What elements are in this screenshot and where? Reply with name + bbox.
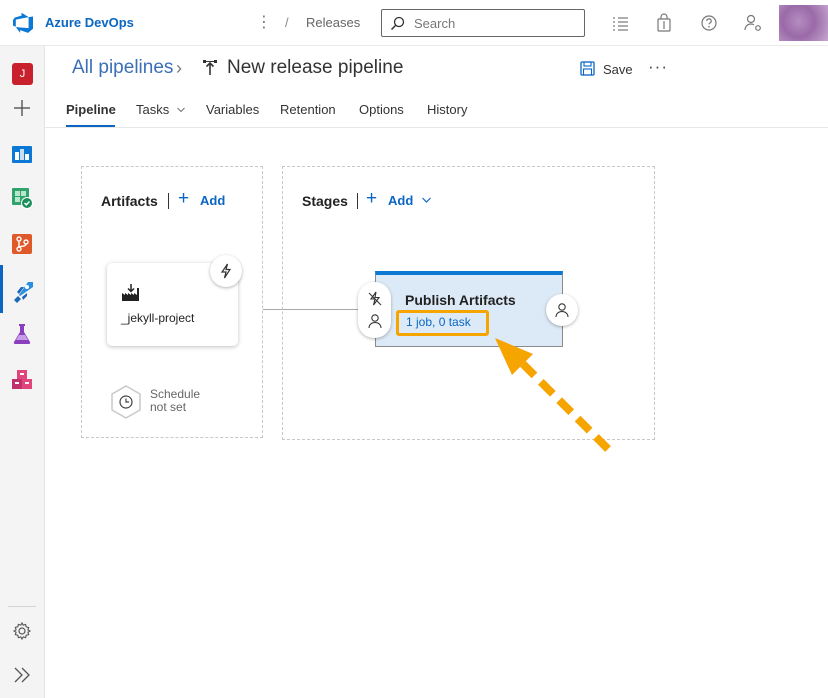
- tab-retention[interactable]: Retention: [280, 102, 336, 128]
- schedule-line-2: not set: [150, 400, 187, 414]
- rail-item-artifacts[interactable]: [0, 362, 45, 398]
- lightning-disabled-icon: [368, 291, 382, 306]
- add-plus-icon: +: [366, 188, 378, 209]
- rail-item-boards[interactable]: [0, 136, 45, 172]
- rail-item-test[interactable]: [0, 316, 45, 352]
- search-box[interactable]: [381, 9, 585, 37]
- add-icon: [14, 100, 30, 116]
- settings-gear-icon: [12, 621, 32, 641]
- stages-title-separator: [357, 193, 358, 209]
- tab-tasks[interactable]: Tasks: [136, 102, 186, 128]
- release-pipeline-icon: [203, 60, 217, 75]
- schedule-clock-icon[interactable]: [109, 384, 143, 420]
- project-switcher[interactable]: J: [0, 52, 45, 88]
- pipelines-icon: [14, 282, 33, 303]
- user-settings-icon[interactable]: [742, 12, 764, 34]
- add-stage-label: Add: [388, 193, 414, 208]
- artifacts-title-separator: [168, 193, 169, 209]
- tab-tasks-label: Tasks: [136, 102, 170, 117]
- tab-options[interactable]: Options: [359, 102, 404, 128]
- continuous-deployment-trigger-button[interactable]: [210, 255, 242, 287]
- artifacts-icon: [12, 370, 32, 389]
- page-title[interactable]: New release pipeline: [227, 57, 403, 79]
- test-plans-check-icon: [12, 188, 33, 209]
- tasks-highlight-box: [396, 310, 489, 336]
- stage-name[interactable]: Publish Artifacts: [405, 292, 516, 308]
- lightning-icon: [220, 263, 232, 279]
- project-avatar: J: [12, 63, 33, 85]
- add-plus-icon: +: [178, 188, 190, 209]
- stages-title: Stages: [302, 193, 348, 209]
- rail-item-repos[interactable]: [0, 226, 45, 262]
- breadcrumb-chevron: ›: [176, 58, 182, 78]
- tabs-divider: [45, 127, 828, 128]
- more-actions-button[interactable]: ···: [648, 57, 668, 77]
- rail-divider: [8, 606, 36, 607]
- more-vertical-icon[interactable]: ⋮: [256, 12, 272, 34]
- repos-icon: [12, 234, 32, 254]
- rail-add-button[interactable]: [0, 90, 45, 126]
- rail-item-test-plans[interactable]: [0, 180, 45, 216]
- test-flask-icon: [13, 324, 31, 344]
- tab-variables[interactable]: Variables: [206, 102, 259, 128]
- azure-devops-logo-icon[interactable]: [12, 11, 36, 35]
- brand-name[interactable]: Azure DevOps: [45, 15, 134, 30]
- artifacts-title: Artifacts: [101, 193, 158, 209]
- chevron-down-icon: [176, 107, 185, 113]
- search-input[interactable]: [412, 14, 577, 32]
- save-disk-icon: [580, 61, 595, 76]
- help-icon[interactable]: [698, 12, 720, 34]
- breadcrumb-releases[interactable]: Releases: [306, 15, 360, 30]
- top-bar: Azure DevOps ⋮ / Releases: [0, 0, 828, 46]
- pre-deployment-conditions[interactable]: [358, 282, 391, 338]
- user-avatar[interactable]: [779, 5, 828, 41]
- person-approver-icon: [555, 303, 569, 318]
- save-label: Save: [603, 62, 633, 77]
- artifact-name: _jekyll-project: [121, 311, 195, 325]
- search-icon: [390, 16, 405, 31]
- breadcrumb-all-pipelines[interactable]: All pipelines: [72, 57, 173, 79]
- rail-expand-button[interactable]: [0, 657, 45, 693]
- callout-arrow-icon: [495, 338, 611, 452]
- left-navigation-rail: J: [0, 46, 45, 698]
- expand-double-chevron-icon: [14, 667, 30, 683]
- add-artifact-label: Add: [200, 193, 226, 208]
- person-approver-icon: [368, 314, 382, 329]
- schedule-status[interactable]: Schedule not set: [150, 388, 230, 414]
- post-deployment-conditions[interactable]: [546, 294, 578, 326]
- breadcrumb-separator: /: [285, 15, 289, 30]
- tab-history[interactable]: History: [427, 102, 467, 128]
- chevron-down-icon: [422, 197, 431, 203]
- boards-icon: [12, 146, 32, 163]
- task-list-icon[interactable]: [610, 12, 632, 34]
- rail-item-settings[interactable]: [0, 613, 45, 649]
- rail-item-pipelines[interactable]: [0, 272, 45, 308]
- build-artifact-icon: [122, 284, 139, 301]
- marketplace-bag-icon[interactable]: [653, 12, 675, 34]
